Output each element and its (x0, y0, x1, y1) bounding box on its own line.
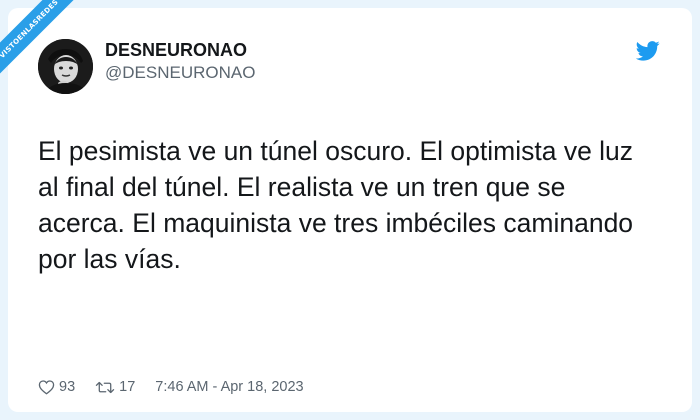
avatar-portrait-icon (38, 39, 93, 94)
tweet-text: El pesimista ve un túnel oscuro. El opti… (38, 136, 634, 274)
like-action[interactable]: 93 (38, 379, 75, 395)
tweet-card: DESNEURONAO @DESNEURONAO El pesimista ve… (8, 8, 692, 412)
author-handle[interactable]: @DESNEURONAO (105, 62, 255, 84)
like-count: 93 (59, 379, 76, 395)
twitter-bird-icon[interactable] (636, 41, 660, 61)
retweet-action[interactable]: 17 (95, 379, 135, 395)
author-name[interactable]: DESNEURONAO (105, 39, 247, 61)
timestamp-link[interactable]: 7:46 AM - Apr 18, 2023 (155, 379, 303, 395)
screenshot-frame: VISTOENLASREDES DESNEURONAO @DESNEURONAO… (0, 0, 700, 420)
heart-icon (38, 380, 55, 395)
tweet-meta: 93 17 7:46 AM - Apr 18, 2023 (38, 377, 324, 397)
avatar[interactable] (38, 39, 93, 94)
timestamp: 7:46 AM - Apr 18, 2023 (155, 379, 304, 395)
retweet-count: 17 (119, 379, 136, 395)
retweet-icon (95, 381, 115, 393)
